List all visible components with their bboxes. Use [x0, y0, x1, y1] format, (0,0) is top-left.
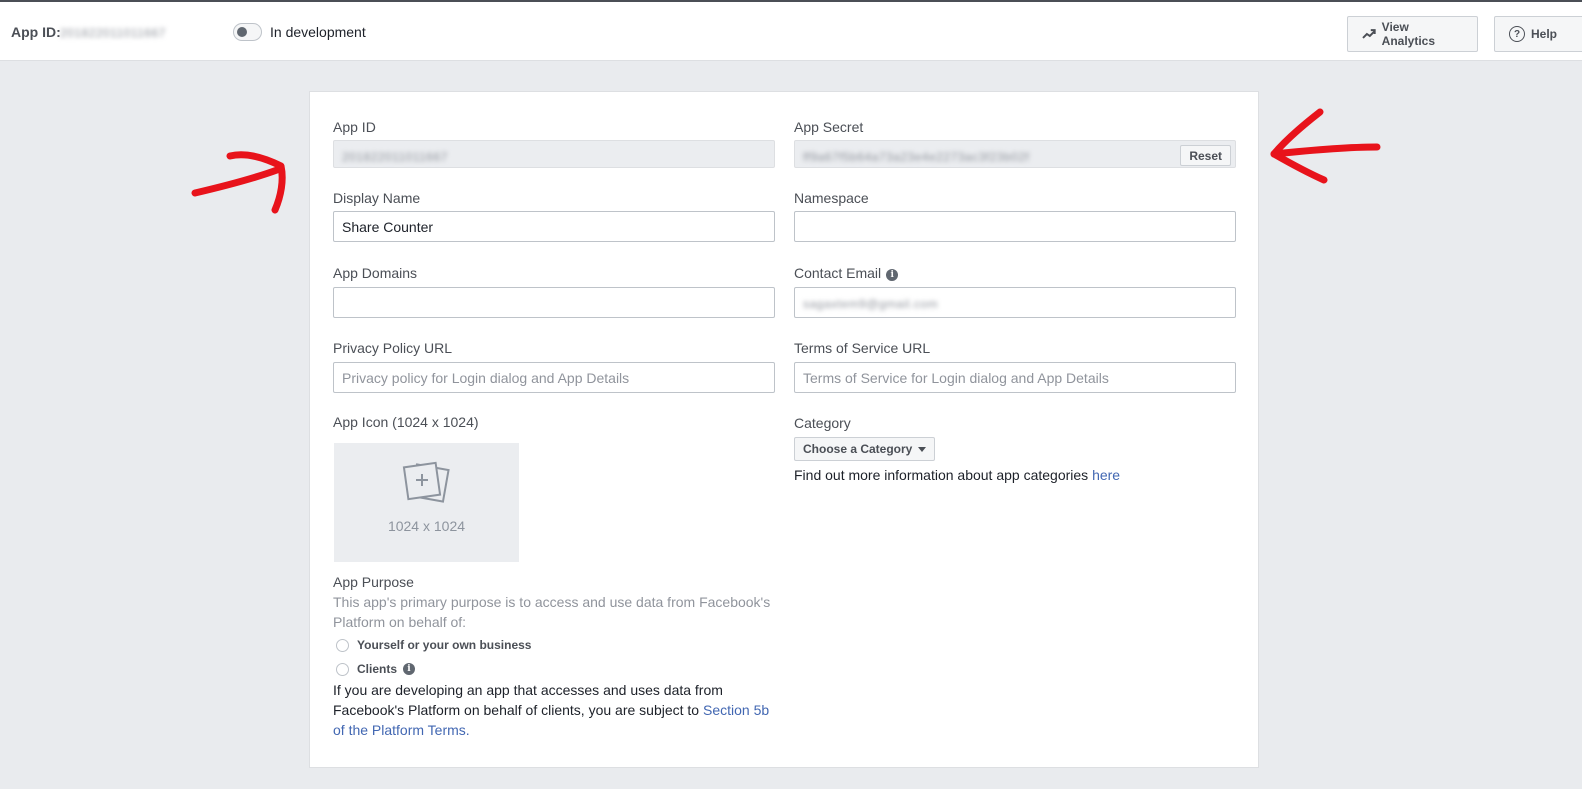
development-mode-toggle[interactable] — [233, 23, 262, 41]
app-id-label: App ID — [333, 119, 376, 135]
contact-email-field[interactable]: sagaxtem9@gmail.com — [794, 287, 1236, 318]
app-domains-field[interactable] — [333, 287, 775, 318]
app-icon-label: App Icon (1024 x 1024) — [333, 414, 479, 430]
help-button[interactable]: ? Help — [1494, 16, 1582, 52]
purpose-option-clients[interactable]: Clients i — [336, 662, 416, 676]
view-analytics-label: View Analytics — [1381, 20, 1436, 48]
contact-email-label: Contact Email — [794, 265, 882, 281]
help-icon: ? — [1509, 26, 1525, 42]
chevron-down-icon — [918, 446, 927, 452]
app-domains-label: App Domains — [333, 265, 418, 281]
display-name-field[interactable]: Share Counter — [333, 211, 775, 242]
trending-up-icon — [1362, 29, 1376, 39]
choose-category-dropdown[interactable]: Choose a Category — [794, 437, 936, 461]
info-icon[interactable]: i — [886, 269, 899, 281]
app-secret-label: App Secret — [794, 119, 864, 135]
app-purpose-label: App Purpose — [333, 574, 414, 590]
radio-button[interactable] — [336, 638, 349, 652]
purpose-option-self-label: Yourself or your own business — [357, 638, 532, 652]
top-bar: App ID: 201822011011667 In development V… — [0, 0, 1582, 61]
app-icon-upload[interactable]: 1024 x 1024 — [334, 443, 519, 562]
choose-category-label: Choose a Category — [803, 442, 913, 456]
purpose-option-clients-label: Clients — [357, 662, 398, 676]
app-id-header-label: App ID: — [11, 24, 61, 40]
terms-of-service-label: Terms of Service URL — [794, 340, 931, 356]
toggle-knob — [237, 27, 247, 37]
category-label: Category — [794, 415, 851, 431]
app-id-value: 201822011011667 — [342, 150, 448, 164]
development-status-label: In development — [270, 24, 366, 40]
radio-button[interactable] — [336, 662, 349, 676]
namespace-field[interactable] — [794, 211, 1236, 242]
view-analytics-button[interactable]: View Analytics — [1347, 16, 1478, 52]
privacy-policy-field[interactable]: Privacy policy for Login dialog and App … — [333, 362, 775, 393]
info-icon[interactable]: i — [403, 663, 416, 675]
privacy-policy-placeholder: Privacy policy for Login dialog and App … — [342, 370, 630, 386]
basic-settings-card: App ID 201822011011667 App Secret ff9a67… — [309, 91, 1259, 768]
app-secret-field[interactable]: ff9a67f5b64a73a23e4e2273ac3f23b02f Reset — [794, 140, 1236, 168]
platform-terms-period: . — [465, 722, 470, 738]
help-label: Help — [1531, 27, 1558, 41]
app-purpose-description: This app's primary purpose is to access … — [333, 594, 771, 630]
category-help-text: Find out more information about app cate… — [794, 467, 1089, 483]
add-image-icon — [402, 461, 450, 503]
right-annotation-arrow — [1270, 108, 1381, 184]
terms-of-service-field[interactable]: Terms of Service for Login dialog and Ap… — [794, 362, 1236, 393]
contact-email-label-group: Contact Email i — [794, 265, 899, 281]
category-help: Find out more information about app cate… — [794, 465, 1120, 485]
namespace-label: Namespace — [794, 190, 869, 206]
platform-terms-notice: If you are developing an app that access… — [333, 680, 773, 740]
left-annotation-arrow — [191, 151, 286, 214]
terms-of-service-placeholder: Terms of Service for Login dialog and Ap… — [803, 370, 1109, 386]
app-icon-size-text: 1024 x 1024 — [387, 518, 466, 534]
purpose-option-self[interactable]: Yourself or your own business — [336, 638, 531, 652]
privacy-policy-label: Privacy Policy URL — [333, 340, 453, 356]
platform-terms-notice-text: If you are developing an app that access… — [333, 682, 723, 718]
reset-secret-button[interactable]: Reset — [1180, 145, 1231, 166]
app-id-field[interactable]: 201822011011667 — [333, 140, 775, 168]
category-help-link[interactable]: here — [1092, 467, 1120, 483]
contact-email-value: sagaxtem9@gmail.com — [803, 297, 939, 311]
app-secret-value: ff9a67f5b64a73a23e4e2273ac3f23b02f — [803, 150, 1030, 164]
display-name-label: Display Name — [333, 190, 421, 206]
app-id-header-value: 201822011011667 — [60, 26, 166, 40]
